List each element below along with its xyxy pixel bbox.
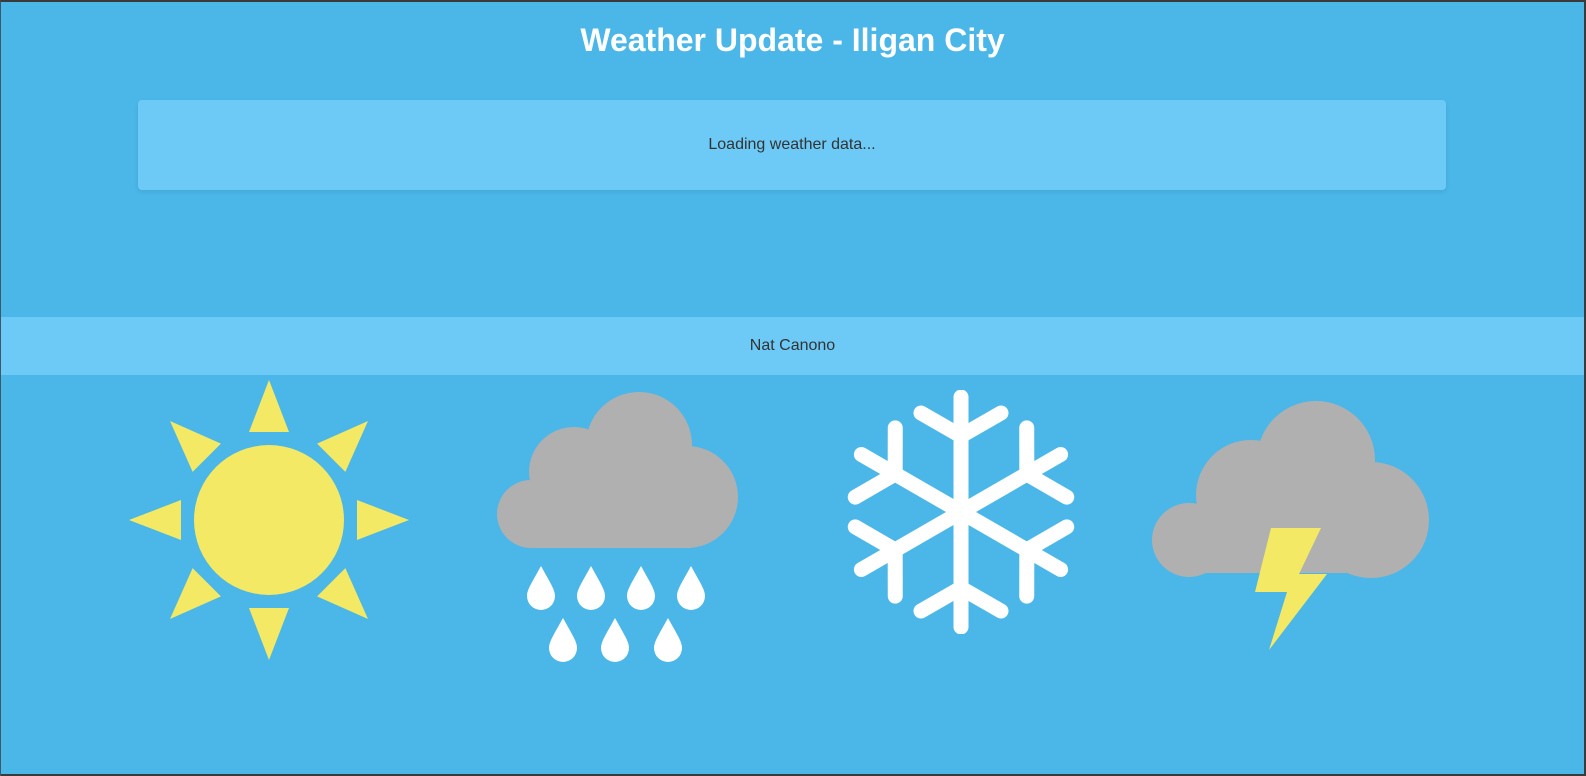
sun-icon <box>129 380 409 660</box>
page-title: Weather Update - Iligan City <box>580 22 1005 58</box>
rain-cloud-icon <box>497 392 738 662</box>
thunderstorm-icon <box>1152 401 1429 650</box>
author-name: Nat Canono <box>749 337 836 354</box>
loading-status: Loading weather data... <box>708 136 876 153</box>
weather-panel: Loading weather data... <box>138 100 1446 190</box>
footer: Nat Canono <box>1 317 1584 375</box>
snowflake-icon <box>847 390 1075 634</box>
